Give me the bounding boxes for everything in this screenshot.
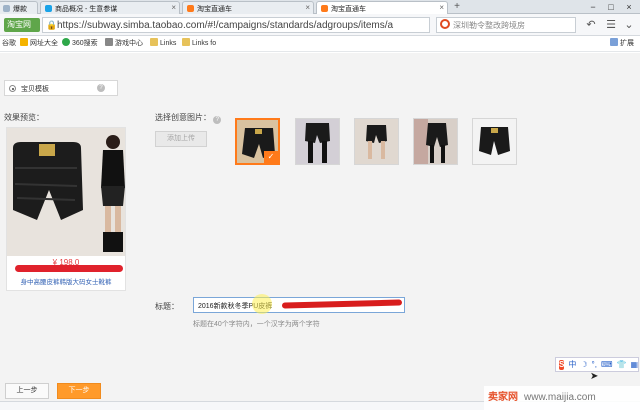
minimize-icon[interactable]: − bbox=[586, 1, 600, 13]
thumbnail-photo bbox=[355, 119, 398, 164]
address-bar: 淘宝网 🔒 https://subway.simba.taobao.com/#!… bbox=[0, 14, 640, 36]
tab-label: 淘宝直通车 bbox=[331, 6, 366, 13]
radio-button[interactable] bbox=[9, 85, 16, 92]
punctuation-icon[interactable]: °, bbox=[592, 360, 597, 369]
thumbnail-photo bbox=[296, 119, 339, 164]
url-field[interactable]: 🔒 https://subway.simba.taobao.com/#!/cam… bbox=[42, 17, 430, 33]
pick-label-text: 选择创意图片： bbox=[155, 113, 211, 122]
bookmark-label: Links fo bbox=[192, 40, 217, 47]
bookmark-links-fo[interactable]: Links fo bbox=[182, 38, 216, 50]
check-icon: ✓ bbox=[264, 151, 278, 163]
close-icon[interactable]: × bbox=[439, 3, 444, 13]
bookmark-label: 游戏中心 bbox=[115, 40, 143, 47]
sogou-icon: S bbox=[559, 359, 565, 370]
tab-strip: 爆款 商品概况 - 生意参谋 × 淘宝直通车 × 淘宝直通车 × + − □ × bbox=[0, 0, 640, 15]
maximize-icon[interactable]: □ bbox=[604, 1, 618, 13]
next-step-button[interactable]: 下一步 bbox=[57, 383, 101, 399]
preview-price: ¥ 198.0 bbox=[52, 258, 80, 267]
close-window-icon[interactable]: × bbox=[622, 1, 636, 13]
preview-card: ¥ 198.0 身中高腰皮裤韩版大码女士靴裤 bbox=[6, 127, 126, 291]
search-text: 深圳勒令整改跨境房 bbox=[453, 21, 525, 30]
image-thumbnail[interactable] bbox=[295, 118, 340, 165]
search-engine-icon bbox=[440, 19, 450, 29]
image-thumbnail[interactable] bbox=[472, 118, 517, 165]
bookmark-label: 360搜索 bbox=[72, 40, 98, 47]
folder-icon bbox=[182, 38, 190, 46]
search-field[interactable]: 深圳勒令整改跨境房 bbox=[436, 17, 576, 33]
browser-logo[interactable]: 淘宝网 bbox=[4, 18, 40, 32]
thumbnail-photo bbox=[473, 119, 516, 164]
image-thumbnail[interactable] bbox=[354, 118, 399, 165]
ime-toolbar[interactable]: S 中 ☽ °, ⌨ 👕 ▦ bbox=[555, 357, 639, 372]
page-content: 宝贝模板 ? 效果预览： ¥ 198.0 身中高腰皮裤韩版大码女士靴裤 选择创意… bbox=[0, 53, 640, 410]
ime-mode[interactable]: 中 bbox=[568, 359, 576, 370]
product-photo bbox=[7, 128, 125, 256]
bookmark-nav[interactable]: 网址大全 bbox=[20, 38, 58, 50]
help-icon[interactable]: ? bbox=[213, 116, 222, 124]
sycm-icon bbox=[45, 5, 52, 12]
new-tab-button[interactable]: + bbox=[450, 1, 464, 13]
image-thumbnail[interactable]: ✓ bbox=[235, 118, 280, 165]
help-icon[interactable]: ? bbox=[97, 84, 105, 92]
brand-label: 淘宝网 bbox=[7, 20, 31, 29]
previous-step-button[interactable]: 上一步 bbox=[5, 383, 49, 399]
tab-page[interactable]: 爆款 bbox=[0, 1, 38, 14]
grid-icon[interactable]: ▦ bbox=[630, 360, 638, 369]
url-text: https://subway.simba.taobao.com/#!/campa… bbox=[57, 20, 394, 31]
bookmarks-bar: 谷歌 网址大全 360搜索 游戏中心 Links Links fo 扩展 bbox=[0, 36, 640, 52]
extensions-label: 扩展 bbox=[620, 40, 634, 47]
360-icon bbox=[62, 38, 70, 46]
tab-label: 爆款 bbox=[13, 6, 27, 13]
preview-title-link[interactable]: 身中高腰皮裤韩版大码女士靴裤 bbox=[7, 276, 125, 286]
title-hint: 标题在40个字符内，一个汉字为两个字符 bbox=[193, 321, 320, 328]
cursor-highlight bbox=[252, 294, 272, 314]
ztc-icon bbox=[321, 5, 328, 12]
tab-ztc[interactable]: 淘宝直通车 × bbox=[182, 1, 314, 14]
watermark-domain: www.maijia.com bbox=[524, 392, 596, 403]
bookmark-label: 谷歌 bbox=[2, 40, 16, 47]
tab-sycm[interactable]: 商品概况 - 生意参谋 × bbox=[40, 1, 180, 14]
pick-image-label: 选择创意图片： ? bbox=[155, 112, 222, 124]
image-thumbnail[interactable] bbox=[413, 118, 458, 165]
folder-icon bbox=[150, 38, 158, 46]
bookmark-links[interactable]: Links bbox=[150, 38, 176, 50]
game-icon bbox=[105, 38, 113, 46]
bookmark-game[interactable]: 游戏中心 bbox=[105, 38, 143, 50]
lock-icon: 🔒 bbox=[46, 20, 58, 30]
watermark-brand: 卖家网 bbox=[488, 392, 518, 403]
close-icon[interactable]: × bbox=[305, 3, 310, 13]
tab-ztc-active[interactable]: 淘宝直通车 × bbox=[316, 1, 448, 15]
undo-icon[interactable]: ↶ bbox=[584, 18, 598, 32]
extensions-button[interactable]: 扩展 bbox=[610, 38, 634, 50]
extension-icon bbox=[610, 38, 618, 46]
close-icon[interactable]: × bbox=[171, 3, 176, 13]
star-icon bbox=[20, 38, 28, 46]
preview-label: 效果预览： bbox=[4, 113, 44, 122]
template-option[interactable]: 宝贝模板 ? bbox=[4, 80, 118, 96]
moon-icon[interactable]: ☽ bbox=[580, 360, 587, 369]
tab-label: 淘宝直通车 bbox=[197, 6, 232, 13]
upload-button[interactable]: 添加上传 bbox=[155, 131, 207, 147]
bookmark-label: 网址大全 bbox=[30, 40, 58, 47]
skin-icon[interactable]: 👕 bbox=[616, 360, 626, 369]
keyboard-icon[interactable]: ⌨ bbox=[601, 360, 613, 369]
ztc-icon bbox=[187, 5, 194, 12]
thumbnail-photo bbox=[414, 119, 457, 164]
product-image bbox=[7, 128, 125, 256]
bookmark-label: Links bbox=[160, 40, 177, 47]
chevron-down-icon[interactable]: ⌄ bbox=[622, 18, 636, 32]
title-label: 标题： bbox=[155, 302, 179, 311]
bookmark-google[interactable]: 谷歌 bbox=[2, 38, 16, 50]
page-icon bbox=[3, 5, 10, 12]
watermark: 卖家网 www.maijia.com bbox=[484, 386, 640, 410]
mouse-pointer-icon: ➤ bbox=[590, 371, 599, 382]
bookmark-360[interactable]: 360搜索 bbox=[62, 38, 98, 50]
template-option-label: 宝贝模板 bbox=[21, 86, 49, 93]
tab-label: 商品概况 - 生意参谋 bbox=[55, 6, 118, 13]
menu-icon[interactable]: ☰ bbox=[604, 18, 618, 32]
